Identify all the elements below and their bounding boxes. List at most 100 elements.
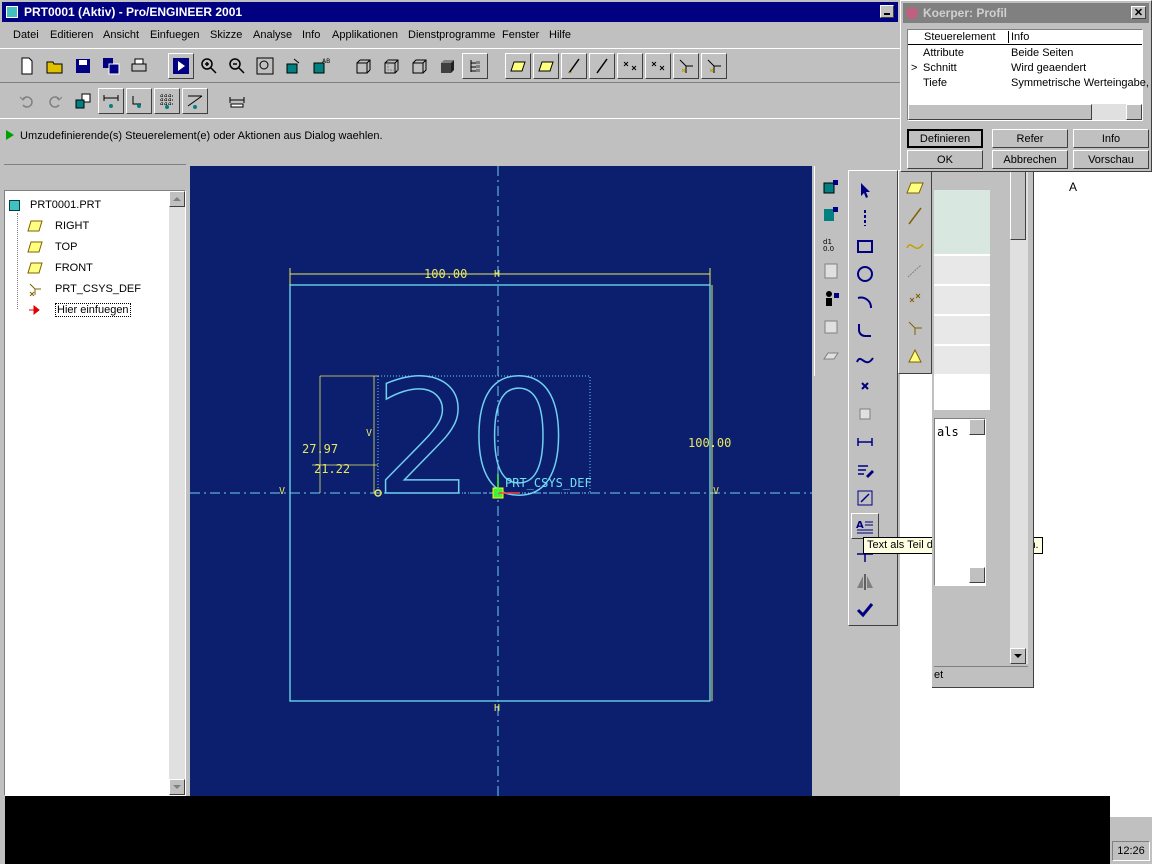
dialog-close-button[interactable]: ✕ bbox=[1131, 6, 1146, 19]
sketch-setup-button[interactable] bbox=[817, 174, 845, 200]
dim-text-offset-value[interactable]: 21.22 bbox=[314, 462, 350, 476]
point-tool[interactable] bbox=[851, 373, 879, 399]
shading-button[interactable] bbox=[434, 53, 460, 79]
table-hscrollbar[interactable] bbox=[908, 104, 1142, 120]
table-row[interactable]: Attribute Beide Seiten bbox=[908, 46, 1142, 61]
datum-axis-tool[interactable] bbox=[901, 203, 929, 229]
info-button[interactable]: Info bbox=[1073, 129, 1149, 148]
menu-datei[interactable]: Datei bbox=[13, 29, 39, 41]
minimize-button[interactable] bbox=[880, 5, 894, 18]
menu-ansicht[interactable]: Ansicht bbox=[103, 29, 139, 41]
scroll-down-button[interactable] bbox=[169, 779, 185, 795]
mirror-tool[interactable] bbox=[851, 569, 879, 595]
clock[interactable]: 12:26 bbox=[1117, 845, 1145, 857]
show-grid-toggle[interactable] bbox=[154, 88, 180, 114]
table-row[interactable]: > Schnitt Wird geaendert bbox=[908, 61, 1142, 76]
datum-planes-alt-toggle[interactable] bbox=[533, 53, 559, 79]
select-tool[interactable] bbox=[851, 177, 879, 203]
main-titlebar[interactable]: PRT0001 (Aktiv) - Pro/ENGINEER 2001 bbox=[2, 2, 898, 22]
datum-plane-tool[interactable] bbox=[901, 175, 929, 201]
zoom-out-button[interactable] bbox=[224, 53, 250, 79]
menu-info[interactable]: Info bbox=[302, 29, 320, 41]
zoom-in-button[interactable] bbox=[196, 53, 222, 79]
menu-skizze[interactable]: Skizze bbox=[210, 29, 242, 41]
tree-item-front[interactable]: FRONT bbox=[27, 258, 93, 278]
tree-item-top[interactable]: TOP bbox=[27, 237, 77, 257]
datum-sketch-tool[interactable] bbox=[901, 259, 929, 285]
wireframe-button[interactable] bbox=[350, 53, 376, 79]
show-constraints-toggle[interactable] bbox=[126, 88, 152, 114]
play-button[interactable] bbox=[168, 53, 194, 79]
bg-scroll-thumb[interactable] bbox=[1010, 170, 1026, 240]
csys-toggle[interactable] bbox=[673, 53, 699, 79]
rectangle-tool[interactable] bbox=[851, 233, 879, 259]
datum-axes-alt-toggle[interactable] bbox=[589, 53, 615, 79]
datum-csys-tool[interactable] bbox=[901, 315, 929, 341]
datum-curve-tool[interactable] bbox=[901, 231, 929, 257]
bg-window-scrollbar[interactable] bbox=[1010, 166, 1028, 664]
abbrechen-button[interactable]: Abbrechen bbox=[992, 150, 1068, 169]
menu-dienstprogramme[interactable]: Dienstprogramme bbox=[408, 29, 495, 41]
arc-tool[interactable] bbox=[851, 289, 879, 315]
dim-width-value[interactable]: 100.00 bbox=[424, 267, 467, 281]
sketch-numbers-button[interactable]: d1 0.0 bbox=[817, 230, 845, 256]
reorient-button[interactable] bbox=[280, 53, 306, 79]
done-button[interactable] bbox=[851, 597, 879, 623]
sketch-canvas[interactable]: 20 bbox=[190, 166, 812, 796]
col-header-info[interactable]: Info bbox=[1011, 31, 1029, 43]
dim-height-value[interactable]: 100.00 bbox=[688, 436, 731, 450]
undo-button[interactable] bbox=[14, 88, 40, 114]
definieren-button[interactable]: Definieren bbox=[907, 129, 983, 148]
datum-points-toggle[interactable] bbox=[617, 53, 643, 79]
text-tool[interactable]: A bbox=[851, 513, 879, 539]
fillet-tool[interactable] bbox=[851, 317, 879, 343]
col-header-element[interactable]: Steuerelement bbox=[923, 31, 1009, 43]
dialog-titlebar[interactable]: Koerper: Profil ✕ bbox=[903, 3, 1149, 23]
menu-applikationen[interactable]: Applikationen bbox=[332, 29, 398, 41]
tree-item-insert-here[interactable]: Hier einfuegen bbox=[27, 300, 131, 320]
hidden-line-button[interactable] bbox=[378, 53, 404, 79]
dim-text-height-value[interactable]: 27.97 bbox=[302, 442, 338, 456]
redo-button[interactable] bbox=[42, 88, 68, 114]
scroll-up-button[interactable] bbox=[169, 191, 185, 207]
sketch-import-button[interactable] bbox=[817, 314, 845, 340]
hscroll-right[interactable] bbox=[1126, 104, 1142, 120]
saved-views-button[interactable]: AB bbox=[308, 53, 334, 79]
tree-root[interactable]: PRT0001.PRT bbox=[9, 195, 101, 215]
bg-scroll-down[interactable] bbox=[969, 567, 985, 583]
sketch-doc-button[interactable] bbox=[817, 258, 845, 284]
print-button[interactable] bbox=[126, 53, 152, 79]
modify-tool[interactable] bbox=[851, 457, 879, 483]
sketch-view-button[interactable] bbox=[70, 88, 96, 114]
spline-tool[interactable] bbox=[851, 345, 879, 371]
no-hidden-button[interactable] bbox=[406, 53, 432, 79]
ok-button[interactable]: OK bbox=[907, 150, 983, 169]
menu-fenster[interactable]: Fenster bbox=[502, 29, 539, 41]
show-vertices-toggle[interactable] bbox=[182, 88, 208, 114]
bg-scroll-up[interactable] bbox=[969, 419, 985, 435]
vorschau-button[interactable]: Vorschau bbox=[1073, 150, 1149, 169]
sketch-refs-button[interactable] bbox=[817, 202, 845, 228]
table-row[interactable]: Tiefe Symmetrische Werteingabe, bbox=[908, 76, 1149, 91]
bg-scroll-down-btn[interactable] bbox=[1010, 648, 1026, 664]
refer-button[interactable]: Refer bbox=[992, 129, 1068, 148]
sketch-options-button[interactable] bbox=[817, 342, 845, 368]
save-copy-button[interactable] bbox=[98, 53, 124, 79]
model-tree-button[interactable] bbox=[462, 53, 488, 79]
menu-editieren[interactable]: Editieren bbox=[50, 29, 93, 41]
save-button[interactable] bbox=[70, 53, 96, 79]
sketch-text-outline[interactable]: 20 bbox=[373, 346, 570, 532]
centerline-tool[interactable] bbox=[851, 205, 879, 231]
measure-button[interactable] bbox=[224, 88, 250, 114]
tree-scrollbar[interactable] bbox=[169, 191, 185, 795]
hscroll-thumb[interactable] bbox=[908, 104, 1092, 120]
datum-points-alt-toggle[interactable] bbox=[645, 53, 671, 79]
datum-analysis-tool[interactable] bbox=[901, 343, 929, 369]
new-button[interactable] bbox=[14, 53, 40, 79]
sketch-intent-button[interactable] bbox=[817, 286, 845, 312]
circle-tool[interactable] bbox=[851, 261, 879, 287]
tree-item-csys[interactable]: PRT_CSYS_DEF bbox=[27, 279, 141, 299]
use-edge-tool[interactable] bbox=[851, 401, 879, 427]
datum-planes-toggle[interactable] bbox=[505, 53, 531, 79]
menu-einfuegen[interactable]: Einfuegen bbox=[150, 29, 200, 41]
